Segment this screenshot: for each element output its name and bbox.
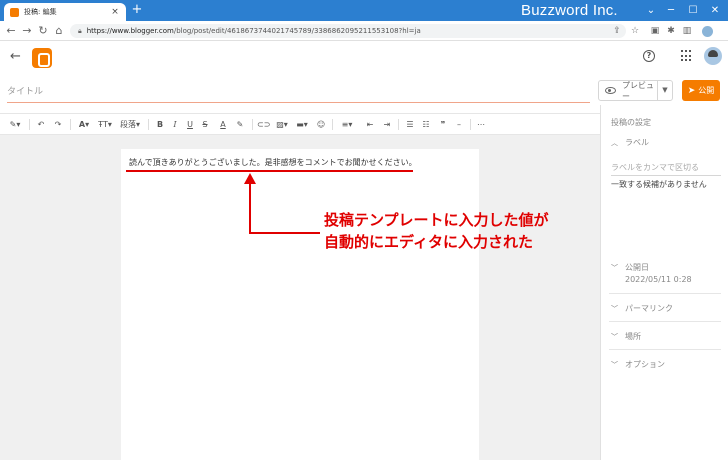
post-settings-heading: 投稿の設定 [611,118,651,127]
published-date-value: 2022/05/11 0:28 [625,275,692,284]
location-section-header[interactable]: ﹀ 場所 [611,331,641,342]
labels-no-match: 一致する候補がありません [611,180,707,189]
chevron-down-icon: ﹀ [611,333,618,341]
options-section-title: オプション [625,360,665,369]
annotation-text-line-2: 自動的にエディタに入力された [324,233,533,251]
chevron-down-icon: ﹀ [611,361,618,369]
permalink-section-title: パーマリンク [625,304,673,313]
post-settings-sidebar: 投稿の設定 ︿ ラベル 一致する候補がありません ﹀ 公開日 2022/05/11 … [600,105,728,460]
permalink-section-header[interactable]: ﹀ パーマリンク [611,303,673,314]
published-section-title: 公開日 [625,263,649,272]
location-section-title: 場所 [625,332,641,341]
labels-section-title: ラベル [625,138,649,147]
labels-section-header[interactable]: ︿ ラベル [611,137,649,148]
annotation-text-line-1: 投稿テンプレートに入力した値が [324,211,549,229]
chevron-up-icon: ︿ [611,139,618,147]
chevron-down-icon: ﹀ [611,264,618,272]
labels-input[interactable] [611,160,721,176]
published-section-header[interactable]: ﹀ 公開日 [611,262,649,273]
chevron-down-icon: ﹀ [611,305,618,313]
options-section-header[interactable]: ﹀ オプション [611,359,665,370]
